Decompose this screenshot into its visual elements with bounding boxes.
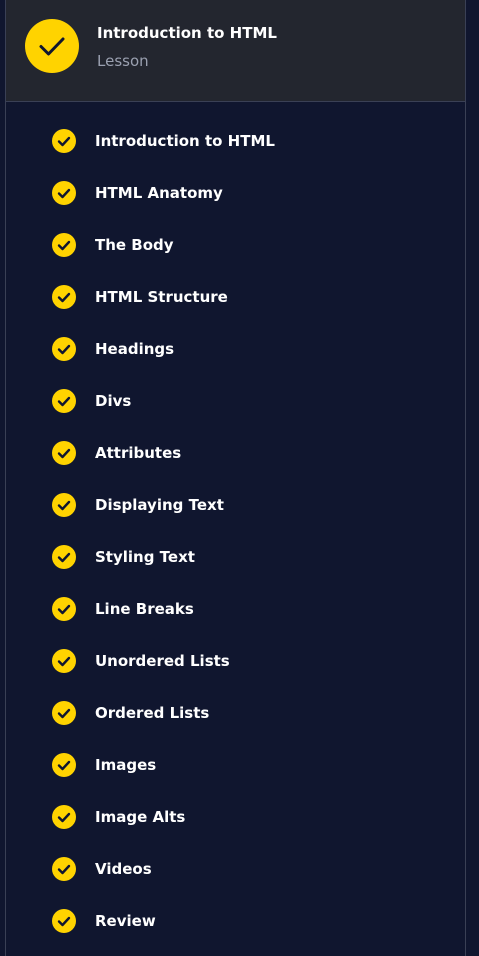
lesson-outline-panel: Introduction to HTML Lesson Introduction… <box>0 0 479 956</box>
exercise-label: Headings <box>95 340 175 358</box>
check-circle-icon <box>52 337 76 361</box>
exercise-label: Review <box>95 912 156 930</box>
exercise-label: Line Breaks <box>95 600 194 618</box>
check-circle-icon <box>52 857 76 881</box>
check-circle-icon <box>52 701 76 725</box>
check-circle-icon <box>52 441 76 465</box>
exercise-list-item[interactable]: Review <box>6 882 465 934</box>
exercise-label: HTML Anatomy <box>95 184 223 202</box>
exercise-label: Unordered Lists <box>95 652 230 670</box>
exercise-list-item[interactable]: The Body <box>6 206 465 258</box>
exercise-label: Image Alts <box>95 808 186 826</box>
lesson-title: Introduction to HTML <box>97 24 277 42</box>
exercise-list-item[interactable]: HTML Structure <box>6 258 465 310</box>
lesson-header[interactable]: Introduction to HTML Lesson <box>6 0 465 102</box>
check-circle-icon <box>52 649 76 673</box>
exercise-label: Videos <box>95 860 152 878</box>
exercise-list-item[interactable]: Introduction to HTML <box>6 102 465 154</box>
exercise-label: Attributes <box>95 444 182 462</box>
exercise-label: HTML Structure <box>95 288 228 306</box>
exercise-label: Introduction to HTML <box>95 132 275 150</box>
check-circle-icon <box>52 753 76 777</box>
exercise-list-item[interactable]: Divs <box>6 362 465 414</box>
exercise-list-item[interactable]: Image Alts <box>6 778 465 830</box>
exercise-label: Displaying Text <box>95 496 224 514</box>
exercise-list-item[interactable]: Ordered Lists <box>6 674 465 726</box>
check-circle-icon <box>52 909 76 933</box>
exercise-list-item[interactable]: Videos <box>6 830 465 882</box>
exercise-list-item[interactable]: Headings <box>6 310 465 362</box>
exercise-label: Divs <box>95 392 132 410</box>
check-circle-icon <box>25 19 79 73</box>
panel-right-border <box>465 0 466 956</box>
check-circle-icon <box>52 493 76 517</box>
exercise-list-item[interactable]: HTML Anatomy <box>6 154 465 206</box>
exercise-list-item[interactable]: Line Breaks <box>6 570 465 622</box>
exercise-list-item[interactable]: Styling Text <box>6 518 465 570</box>
lesson-type-label: Lesson <box>97 52 149 70</box>
check-circle-icon <box>52 389 76 413</box>
exercise-list-item[interactable]: Displaying Text <box>6 466 465 518</box>
check-circle-icon <box>52 129 76 153</box>
exercise-list-item[interactable]: Unordered Lists <box>6 622 465 674</box>
exercise-label: The Body <box>95 236 174 254</box>
exercise-list-item[interactable]: Attributes <box>6 414 465 466</box>
check-circle-icon <box>52 597 76 621</box>
exercise-label: Styling Text <box>95 548 195 566</box>
check-circle-icon <box>52 805 76 829</box>
check-circle-icon <box>52 545 76 569</box>
check-circle-icon <box>52 233 76 257</box>
exercise-label: Ordered Lists <box>95 704 210 722</box>
check-circle-icon <box>52 285 76 309</box>
exercise-list-item[interactable]: Images <box>6 726 465 778</box>
exercise-label: Images <box>95 756 157 774</box>
check-circle-icon <box>52 181 76 205</box>
